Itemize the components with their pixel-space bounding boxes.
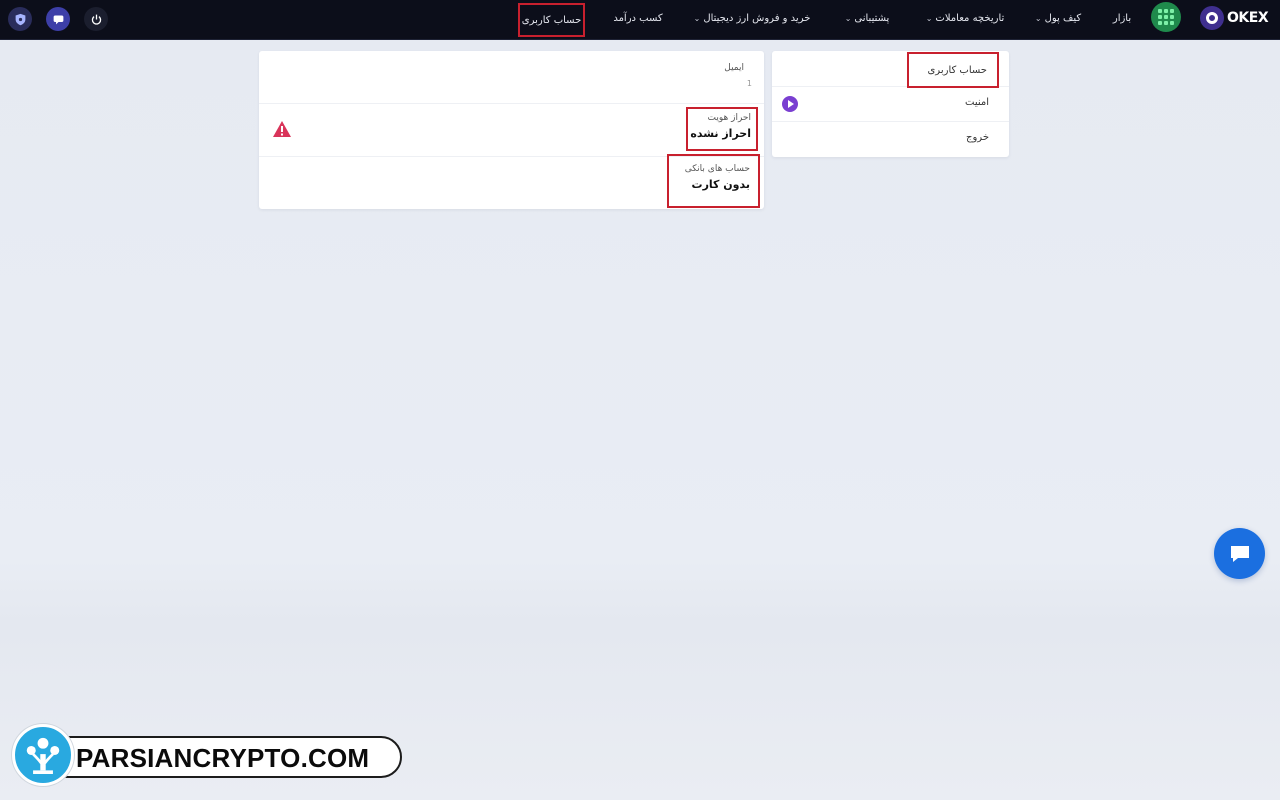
kyc-highlight: احراز هویت احراز نشده — [686, 107, 758, 151]
nav-wallet[interactable]: کیف پول ⌄ — [1031, 0, 1085, 36]
support-chat-button[interactable] — [1214, 528, 1265, 579]
nav-support[interactable]: پشتیبانی ⌄ — [838, 0, 896, 36]
email-row: ایمیل 1 — [259, 51, 764, 104]
watermark-text: PARSIANCRYPTO.COM — [76, 743, 370, 773]
apps-grid-icon[interactable] — [1151, 2, 1181, 32]
nav-history-label: تاریخچه معاملات — [935, 12, 1005, 24]
menu-item-exit-label: خروج — [966, 132, 989, 143]
watermark-logo — [12, 724, 74, 786]
menu-item-exit[interactable]: خروج — [772, 122, 1009, 157]
nav-buy-sell[interactable]: خرید و فروش ارز دیجیتال ⌄ — [690, 0, 814, 36]
chat-icon[interactable] — [46, 7, 70, 31]
chevron-down-icon: ⌄ — [844, 13, 852, 23]
account-info-card: ایمیل 1 احراز هویت احراز نشده حساب های ب… — [259, 51, 764, 209]
bank-label: حساب های بانکی — [684, 164, 750, 174]
email-value: 1 — [746, 79, 752, 88]
bank-highlight: حساب های بانکی بدون کارت — [667, 154, 760, 208]
nav-account[interactable]: حساب کاربری — [518, 3, 585, 37]
nav-earn[interactable]: کسب درآمد — [607, 0, 669, 36]
chevron-down-icon: ⌄ — [1034, 13, 1042, 23]
bank-status: بدون کارت — [691, 178, 750, 191]
chat-bubble-icon — [1230, 545, 1249, 562]
nav-account-label: حساب کاربری — [521, 14, 582, 26]
menu-item-security-label: امنیت — [965, 97, 989, 108]
nav-wallet-label: کیف پول — [1044, 12, 1082, 24]
kyc-label: احراز هویت — [707, 113, 751, 123]
brand-logo[interactable]: OKEX — [1200, 5, 1269, 31]
chevron-down-icon: ⌄ — [925, 13, 933, 23]
shield-icon[interactable] — [8, 7, 32, 31]
warning-icon — [273, 121, 291, 137]
nav-history[interactable]: تاریخچه معاملات ⌄ — [918, 0, 1012, 36]
play-icon[interactable] — [782, 96, 798, 112]
top-navbar: حساب کاربری کسب درآمد خرید و فروش ارز دی… — [0, 0, 1280, 40]
brand-name: OKEX — [1227, 10, 1269, 26]
menu-item-security[interactable]: امنیت — [772, 87, 1009, 122]
nav-support-label: پشتیبانی — [854, 12, 890, 24]
nav-market-label: بازار — [1112, 12, 1132, 24]
menu-item-account[interactable]: حساب کاربری — [772, 51, 1009, 88]
watermark: PARSIANCRYPTO.COM — [12, 724, 402, 786]
menu-item-account-label: حساب کاربری — [907, 52, 999, 88]
nav-earn-label: کسب درآمد — [613, 12, 663, 24]
kyc-row[interactable]: احراز هویت احراز نشده — [259, 104, 764, 157]
logo-mark-icon — [1200, 6, 1224, 30]
bank-accounts-row[interactable]: حساب های بانکی بدون کارت — [259, 154, 764, 209]
email-label: ایمیل — [724, 63, 744, 73]
kyc-status: احراز نشده — [690, 127, 751, 140]
account-menu: حساب کاربری امنیت خروج — [772, 51, 1009, 157]
nav-buy-sell-label: خرید و فروش ارز دیجیتال — [703, 12, 811, 24]
chevron-down-icon: ⌄ — [693, 13, 701, 23]
nav-market[interactable]: بازار — [1107, 0, 1137, 36]
power-icon[interactable] — [84, 7, 108, 31]
